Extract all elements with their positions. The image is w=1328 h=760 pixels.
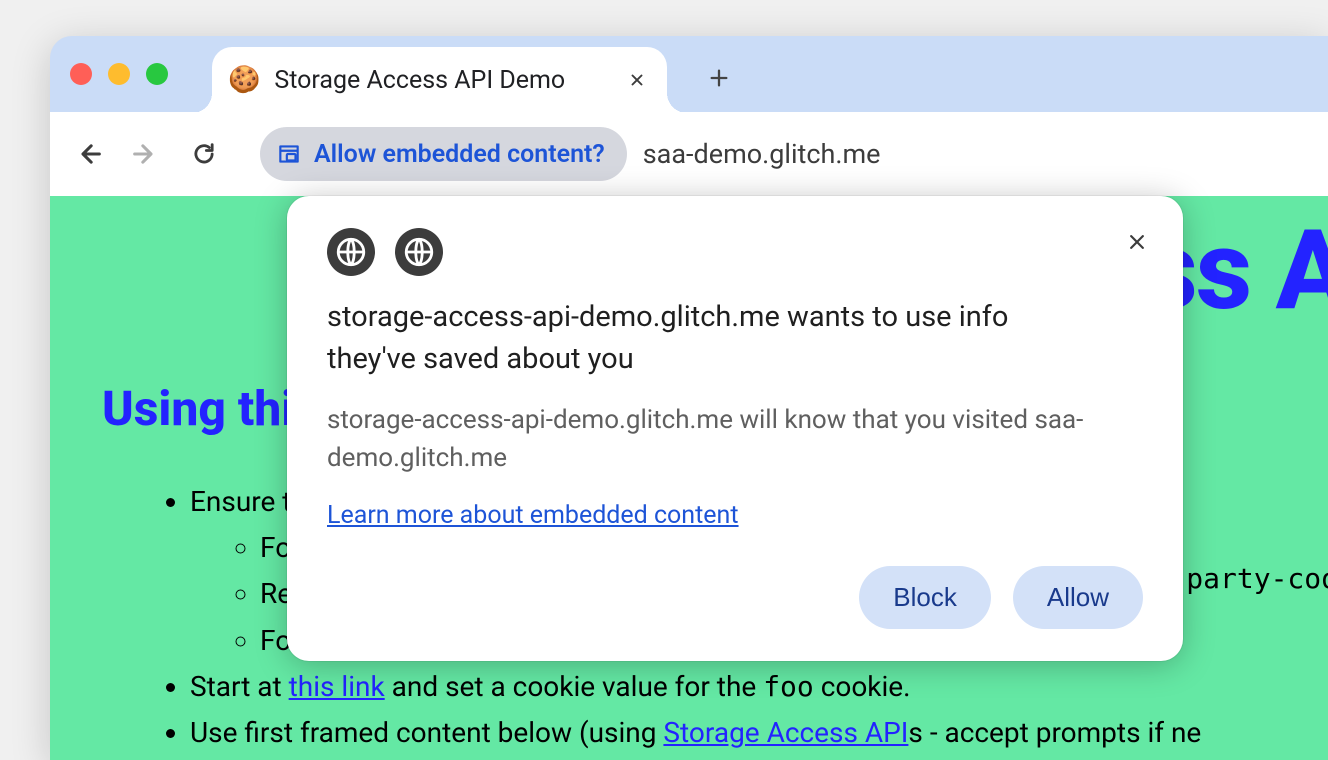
new-tab-button[interactable] [701, 60, 737, 96]
block-button[interactable]: Block [859, 566, 991, 629]
window-controls [70, 63, 168, 85]
browser-tab[interactable]: 🍪 Storage Access API Demo [212, 47, 667, 113]
popup-site-icons [327, 228, 1143, 276]
popup-description: storage-access-api-demo.glitch.me will k… [327, 402, 1107, 477]
embedded-content-icon [276, 141, 302, 167]
list-item: Use first framed content below (using St… [190, 710, 1280, 756]
allow-button[interactable]: Allow [1013, 566, 1143, 629]
url-display: saa-demo.glitch.me [643, 138, 881, 170]
window-close-button[interactable] [70, 63, 92, 85]
back-button[interactable] [68, 132, 112, 176]
forward-button[interactable] [122, 132, 166, 176]
learn-more-link[interactable]: Learn more about embedded content [327, 501, 739, 530]
popup-actions: Block Allow [327, 566, 1143, 629]
reload-button[interactable] [182, 132, 226, 176]
storage-access-api-link[interactable]: Storage Access API [663, 716, 908, 749]
tab-favicon-icon: 🍪 [228, 65, 260, 95]
popup-close-button[interactable] [1119, 224, 1155, 260]
code-foo: foo [763, 670, 814, 703]
tab-title: Storage Access API Demo [274, 66, 611, 95]
permission-chip[interactable]: Allow embedded content? [260, 127, 627, 181]
globe-icon [395, 228, 443, 276]
list-item: Start at this link and set a cookie valu… [190, 664, 1280, 710]
code-fragment: -party-coo [1169, 562, 1328, 595]
omnibox[interactable]: Allow embedded content? saa-demo.glitch.… [260, 127, 1310, 181]
window-minimize-button[interactable] [108, 63, 130, 85]
window-maximize-button[interactable] [146, 63, 168, 85]
tab-strip: 🍪 Storage Access API Demo [50, 36, 1328, 112]
globe-icon [327, 228, 375, 276]
permission-prompt: storage-access-api-demo.glitch.me wants … [287, 196, 1183, 661]
this-link[interactable]: this link [289, 670, 385, 703]
popup-title: storage-access-api-demo.glitch.me wants … [327, 296, 1027, 380]
permission-chip-label: Allow embedded content? [314, 140, 605, 169]
tab-close-button[interactable] [625, 68, 649, 92]
toolbar: Allow embedded content? saa-demo.glitch.… [50, 112, 1328, 196]
